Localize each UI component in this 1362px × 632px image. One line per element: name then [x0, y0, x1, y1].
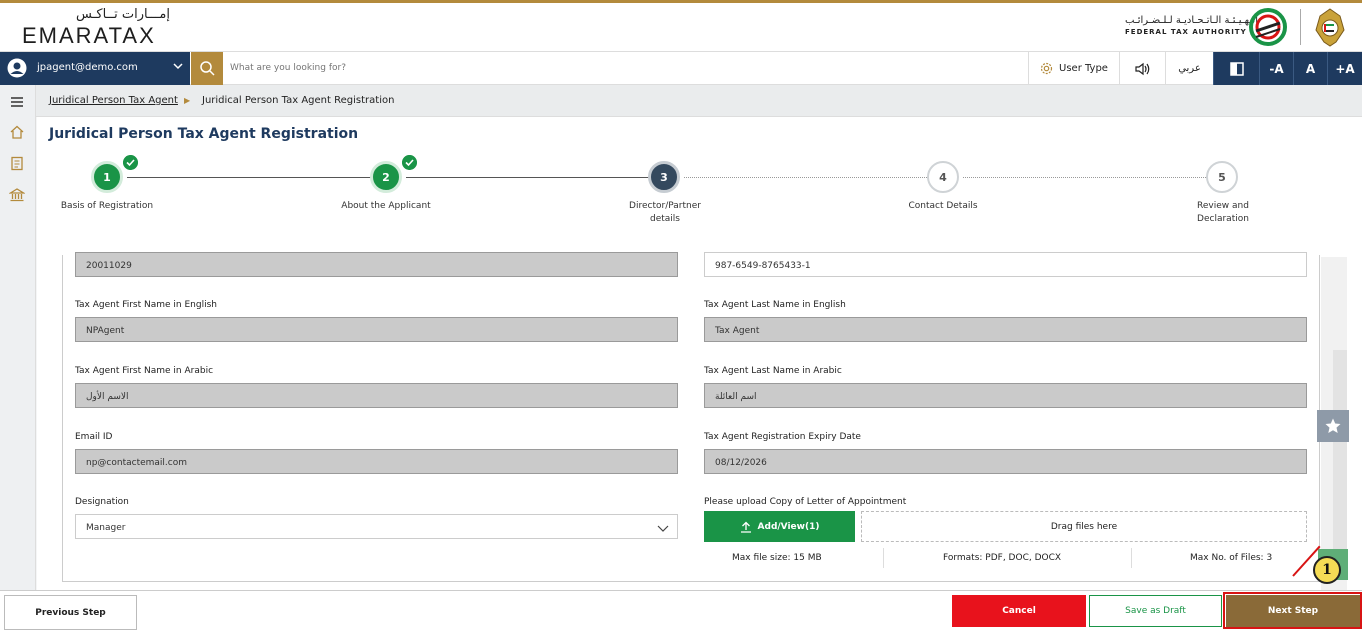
breadcrumb: Juridical Person Tax Agent ▶ Juridical P…: [36, 85, 1362, 117]
step-1-label: Basis of Registration: [60, 201, 154, 211]
step-4-label: Contact Details: [908, 201, 978, 211]
step-2-circle[interactable]: 2: [370, 161, 402, 193]
breadcrumb-link[interactable]: Juridical Person Tax Agent: [49, 95, 178, 106]
footer-bar: Previous Step Cancel Save as Draft Next …: [0, 590, 1362, 632]
gear-icon: [1040, 62, 1053, 75]
max-files: Max No. of Files: 3: [1190, 553, 1273, 563]
top-navbar: jpagent@demo.com User Type عربي -A: [0, 51, 1362, 85]
last-name-en-label: Tax Agent Last Name in English: [704, 300, 846, 310]
user-type-button[interactable]: User Type: [1028, 52, 1119, 85]
file-formats: Formats: PDF, DOC, DOCX: [943, 553, 1062, 563]
language-toggle[interactable]: عربي: [1165, 52, 1213, 85]
language-label: عربي: [1178, 63, 1201, 74]
breadcrumb-current: Juridical Person Tax Agent Registration: [202, 95, 395, 106]
uae-emblem-icon: [1315, 8, 1345, 47]
chevron-down-icon: [173, 63, 183, 70]
check-icon: [123, 155, 138, 170]
step-connector: [684, 177, 943, 178]
hamburger-menu-icon[interactable]: [9, 94, 25, 110]
fta-name-english: FEDERAL TAX AUTHORITY: [1125, 28, 1247, 36]
clipboard-icon[interactable]: [9, 155, 25, 171]
top-right-field[interactable]: 987-6549-8765433-1: [704, 252, 1307, 277]
chevron-down-icon: [657, 525, 669, 532]
check-icon: [402, 155, 417, 170]
first-name-ar-field[interactable]: الاسم الأول: [75, 383, 678, 408]
step-4-circle[interactable]: 4: [927, 161, 959, 193]
bank-icon[interactable]: [9, 187, 25, 203]
page-title: Juridical Person Tax Agent Registration: [49, 126, 359, 142]
scrollbar-thumb[interactable]: [1333, 350, 1347, 580]
last-name-ar-field[interactable]: اسم العائلة: [704, 383, 1307, 408]
breadcrumb-arrow-icon: ▶: [184, 96, 191, 105]
add-view-button[interactable]: Add/View(1): [704, 511, 855, 542]
audio-button[interactable]: [1119, 52, 1165, 85]
fta-name-arabic: الـهـيـئـة الـاتـحـاديـة لـلـضـرائـب: [1125, 15, 1259, 26]
user-avatar-icon: [7, 58, 27, 78]
save-as-draft-button[interactable]: Save as Draft: [1089, 595, 1222, 627]
step-connector: [406, 177, 664, 178]
next-step-highlight: [1223, 592, 1362, 629]
last-name-en-field[interactable]: Tax Agent: [704, 317, 1307, 342]
contrast-icon: [1229, 61, 1244, 76]
favorite-button[interactable]: [1317, 410, 1349, 442]
user-email: jpagent@demo.com: [37, 62, 138, 73]
top-left-field[interactable]: 20011029: [75, 252, 678, 277]
emaratax-logo-arabic: إمـــارات تــاكـس: [76, 7, 170, 22]
site-header: إمـــارات تــاكـس EMARATAX الـهـيـئـة ال…: [0, 3, 1362, 51]
header-separator: [1300, 9, 1301, 45]
emaratax-logo[interactable]: EMARATAX: [22, 23, 156, 49]
search-icon: [200, 61, 215, 76]
designation-select[interactable]: Manager: [75, 514, 678, 539]
font-normal-button[interactable]: A: [1293, 52, 1327, 85]
star-icon: [1325, 418, 1341, 433]
expiry-date-field[interactable]: 08/12/2026: [704, 449, 1307, 474]
speaker-icon: [1134, 62, 1149, 75]
expiry-date-label: Tax Agent Registration Expiry Date: [704, 432, 861, 442]
step-5-label: Review and Declaration: [1197, 201, 1249, 224]
main-content: Juridical Person Tax Agent Registration …: [37, 117, 1362, 590]
last-name-ar-label: Tax Agent Last Name in Arabic: [704, 366, 842, 376]
home-icon[interactable]: [9, 124, 25, 140]
font-decrease-button[interactable]: -A: [1259, 52, 1293, 85]
search-button[interactable]: [191, 52, 223, 85]
step-1-circle[interactable]: 1: [91, 161, 123, 193]
cancel-button[interactable]: Cancel: [952, 595, 1086, 627]
step-3-label: Director/Partner details: [629, 201, 701, 224]
upload-icon: [740, 521, 751, 533]
email-field[interactable]: np@contactemail.com: [75, 449, 678, 474]
step-2-label: About the Applicant: [341, 201, 431, 211]
first-name-en-field[interactable]: NPAgent: [75, 317, 678, 342]
sidebar: [0, 85, 36, 590]
designation-label: Designation: [75, 497, 129, 507]
first-name-ar-label: Tax Agent First Name in Arabic: [75, 366, 214, 376]
fta-emblem-icon: [1249, 8, 1287, 46]
callout-badge: 1: [1313, 556, 1341, 584]
step-5-circle[interactable]: 5: [1206, 161, 1238, 193]
meta-separator: [1131, 548, 1132, 568]
add-view-label: Add/View(1): [757, 521, 820, 532]
max-file-size: Max file size: 15 MB: [732, 553, 822, 563]
previous-step-button[interactable]: Previous Step: [4, 595, 137, 630]
user-menu[interactable]: jpagent@demo.com: [0, 52, 190, 85]
user-type-label: User Type: [1059, 63, 1108, 74]
designation-value: Manager: [86, 523, 126, 533]
first-name-en-label: Tax Agent First Name in English: [75, 300, 217, 310]
meta-separator: [883, 548, 884, 568]
font-increase-button[interactable]: +A: [1327, 52, 1362, 85]
contrast-toggle[interactable]: [1213, 52, 1259, 85]
step-connector: [127, 177, 386, 178]
upload-label: Please upload Copy of Letter of Appointm…: [704, 497, 907, 507]
step-3-circle[interactable]: 3: [648, 161, 680, 193]
file-drop-zone[interactable]: Drag files here: [861, 511, 1307, 542]
step-connector: [963, 177, 1222, 178]
search-input[interactable]: [230, 57, 1010, 79]
email-label: Email ID: [75, 432, 113, 442]
